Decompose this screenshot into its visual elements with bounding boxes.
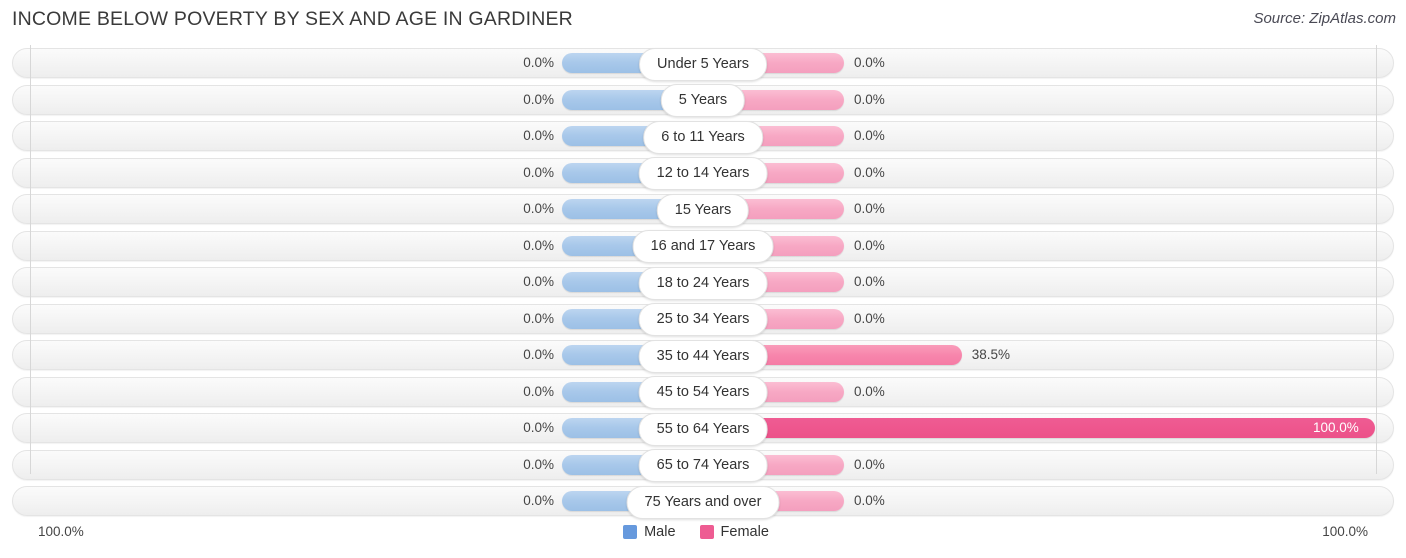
male-value-label: 0.0% — [523, 347, 554, 362]
legend-swatch-icon — [699, 525, 714, 539]
legend-label: Male — [644, 524, 676, 540]
chart-row: 0.0% 38.5% 35 to 44 Years — [0, 337, 1406, 374]
chart-legend: Male Female — [0, 524, 1406, 540]
axis-line-left — [30, 45, 31, 474]
chart-row: 0.0% 0.0% Under 5 Years — [0, 45, 1406, 82]
axis-line-right — [1376, 45, 1377, 474]
male-value-label: 0.0% — [523, 164, 554, 180]
category-label: 55 to 64 Years — [638, 412, 768, 446]
legend-label: Female — [720, 524, 769, 540]
category-label: 5 Years — [660, 84, 746, 117]
chart-row: 0.0% 0.0% 6 to 11 Years — [0, 118, 1406, 155]
female-value-label: 0.0% — [854, 55, 885, 70]
female-value-label: 0.0% — [854, 456, 885, 472]
category-label: 35 to 44 Years — [638, 339, 768, 373]
male-value-label: 0.0% — [523, 55, 554, 70]
female-value-label: 0.0% — [854, 274, 885, 289]
male-value-label: 0.0% — [523, 420, 554, 435]
chart-header: INCOME BELOW POVERTY BY SEX AND AGE IN G… — [0, 0, 1406, 42]
male-value-label: 0.0% — [523, 274, 554, 289]
male-value-label: 0.0% — [523, 91, 554, 107]
category-label: 18 to 24 Years — [638, 266, 768, 300]
category-label: 12 to 14 Years — [638, 157, 768, 190]
category-label: 75 Years and over — [626, 485, 780, 519]
chart-row: 0.0% 0.0% 15 Years — [0, 191, 1406, 228]
category-label: 16 and 17 Years — [632, 230, 774, 263]
female-value-label: 100.0% — [1313, 420, 1359, 435]
chart-row: 0.0% 100.0% 55 to 64 Years — [0, 410, 1406, 447]
male-value-label: 0.0% — [523, 456, 554, 472]
category-label: Under 5 Years — [639, 47, 767, 81]
female-value-label: 38.5% — [971, 347, 1010, 362]
chart-row: 0.0% 0.0% 25 to 34 Years — [0, 301, 1406, 338]
category-label: 6 to 11 Years — [643, 120, 763, 154]
female-value-label: 0.0% — [854, 310, 885, 326]
female-value-label: 0.0% — [854, 128, 885, 143]
legend-item[interactable]: Female — [699, 524, 769, 540]
legend-swatch-icon — [623, 525, 638, 539]
category-label: 25 to 34 Years — [638, 303, 768, 336]
male-value-label: 0.0% — [523, 201, 554, 216]
male-value-label: 0.0% — [523, 237, 554, 253]
chart-body: 0.0% 0.0% Under 5 Years 0.0% 0.0% 5 Years 0.0%… — [0, 45, 1406, 520]
chart-row: 0.0% 0.0% 75 Years and over — [0, 483, 1406, 520]
female-value-label: 0.0% — [854, 91, 885, 107]
female-value-label: 0.0% — [854, 164, 885, 180]
chart-row: 0.0% 0.0% 45 to 54 Years — [0, 374, 1406, 411]
female-value-label: 0.0% — [854, 493, 885, 508]
chart-row: 0.0% 0.0% 18 to 24 Years — [0, 264, 1406, 301]
legend-item[interactable]: Male — [623, 524, 676, 540]
male-value-label: 0.0% — [523, 383, 554, 399]
chart-rows: 0.0% 0.0% Under 5 Years 0.0% 0.0% 5 Years 0.0%… — [0, 45, 1406, 520]
page-title: INCOME BELOW POVERTY BY SEX AND AGE IN G… — [12, 8, 573, 30]
source-attribution: Source: ZipAtlas.com — [1253, 10, 1396, 27]
chart-row: 0.0% 0.0% 12 to 14 Years — [0, 155, 1406, 192]
male-value-label: 0.0% — [523, 128, 554, 143]
chart-row: 0.0% 0.0% 65 to 74 Years — [0, 447, 1406, 484]
category-label: 45 to 54 Years — [638, 376, 768, 409]
female-value-label: 0.0% — [854, 201, 885, 216]
poverty-by-sex-and-age-chart: INCOME BELOW POVERTY BY SEX AND AGE IN G… — [0, 0, 1406, 558]
category-label: 15 Years — [656, 193, 750, 227]
female-bar[interactable] — [703, 418, 1375, 438]
female-value-label: 0.0% — [854, 237, 885, 253]
chart-footer: 100.0% 100.0% Male Female — [0, 518, 1406, 558]
chart-row: 0.0% 0.0% 5 Years — [0, 82, 1406, 119]
male-value-label: 0.0% — [523, 493, 554, 508]
male-value-label: 0.0% — [523, 310, 554, 326]
female-value-label: 0.0% — [854, 383, 885, 399]
category-label: 65 to 74 Years — [638, 449, 768, 482]
chart-row: 0.0% 0.0% 16 and 17 Years — [0, 228, 1406, 265]
